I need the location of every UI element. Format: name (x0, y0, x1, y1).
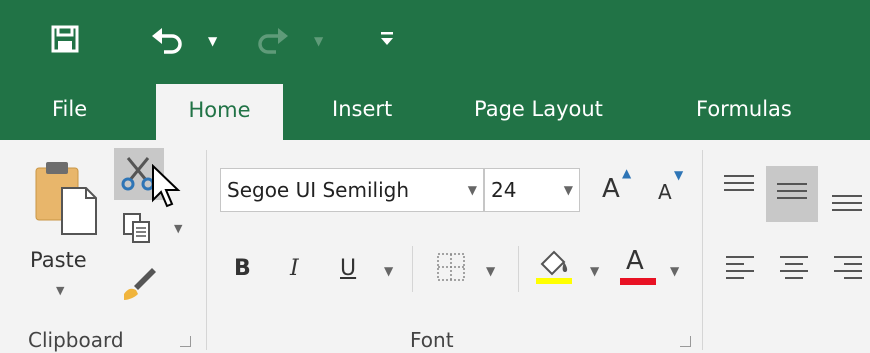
shrink-font-letter: A (658, 180, 672, 204)
align-center-icon[interactable] (778, 254, 810, 282)
underline-dropdown-icon[interactable]: ▼ (384, 264, 393, 278)
borders-icon[interactable] (436, 252, 466, 282)
font-color-bar (620, 278, 656, 285)
ribbon-home: Paste ▼ ▼ Clipboard Segoe UI Semiligh ▼ … (0, 140, 870, 353)
underline-button[interactable]: U (340, 256, 356, 281)
tab-page-layout[interactable]: Page Layout (460, 78, 617, 140)
font-color-letter: A (626, 246, 644, 276)
ribbon-tabs: File Home Insert Page Layout Formulas (0, 78, 870, 140)
grow-font-button[interactable]: A ▲ (600, 166, 636, 208)
save-icon[interactable] (50, 24, 80, 54)
align-left-icon[interactable] (724, 254, 756, 282)
align-top-icon[interactable] (722, 174, 756, 200)
font-group-label: Font (410, 328, 454, 352)
divider (518, 246, 519, 292)
format-painter-icon[interactable] (120, 264, 160, 304)
fill-color-dropdown-icon[interactable]: ▼ (590, 264, 599, 278)
tab-insert[interactable]: Insert (318, 78, 406, 140)
redo-dropdown-icon: ▼ (314, 34, 324, 48)
clipboard-launcher-icon[interactable] (180, 336, 191, 347)
divider (412, 246, 413, 292)
quick-access-toolbar: ▼ ▼ (0, 0, 870, 78)
shrink-font-button[interactable]: A ▼ (654, 168, 690, 208)
font-launcher-icon[interactable] (680, 336, 691, 347)
align-middle-icon (777, 183, 807, 199)
undo-dropdown-icon[interactable]: ▼ (208, 34, 217, 48)
fill-color-icon[interactable] (534, 246, 574, 286)
font-name-value: Segoe UI Semiligh (227, 178, 410, 202)
paste-label: Paste (30, 248, 87, 272)
paste-icon (35, 162, 97, 235)
undo-icon[interactable] (150, 24, 184, 54)
tab-formulas[interactable]: Formulas (682, 78, 806, 140)
redo-icon (258, 28, 288, 54)
align-middle-button[interactable] (766, 166, 818, 222)
tab-home[interactable]: Home (156, 84, 283, 140)
font-name-dropdown[interactable]: Segoe UI Semiligh ▼ (220, 168, 484, 212)
caret-down-icon: ▼ (674, 168, 684, 182)
align-bottom-icon[interactable] (830, 188, 864, 214)
chevron-down-icon: ▼ (467, 183, 477, 197)
borders-dropdown-icon[interactable]: ▼ (486, 264, 495, 278)
copy-dropdown-icon[interactable]: ▼ (174, 222, 182, 235)
mouse-cursor-icon (152, 164, 181, 208)
caret-up-icon: ▲ (622, 166, 632, 180)
copy-button[interactable]: ▼ (118, 212, 190, 246)
clipboard-group-label: Clipboard (28, 328, 124, 352)
chevron-down-icon: ▼ (563, 183, 573, 197)
font-size-dropdown[interactable]: 24 ▼ (484, 168, 580, 212)
paste-button[interactable]: Paste ▼ (24, 158, 104, 308)
font-color-button[interactable]: A (618, 244, 658, 288)
italic-button[interactable]: I (290, 256, 299, 281)
grow-font-letter: A (602, 174, 620, 204)
bold-button[interactable]: B (234, 256, 251, 281)
copy-icon (123, 213, 150, 243)
font-color-dropdown-icon[interactable]: ▼ (670, 264, 679, 278)
tab-file[interactable]: File (38, 78, 101, 140)
align-right-icon[interactable] (832, 254, 864, 282)
customize-qat-icon[interactable] (380, 30, 394, 46)
group-divider (206, 150, 207, 350)
group-divider (702, 150, 703, 350)
font-size-value: 24 (491, 178, 517, 202)
paste-dropdown-icon[interactable]: ▼ (56, 284, 64, 297)
